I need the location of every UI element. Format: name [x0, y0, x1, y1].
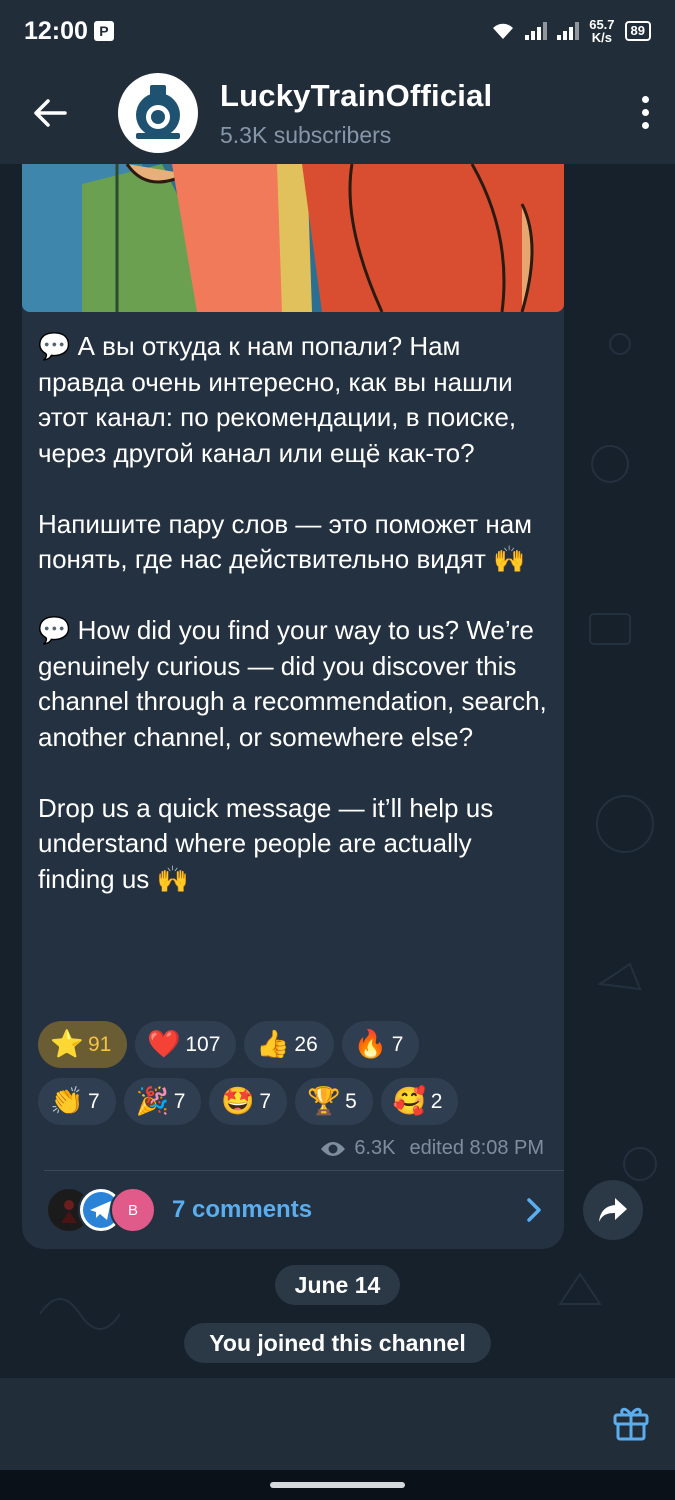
post-image[interactable] — [22, 164, 564, 312]
back-button[interactable] — [0, 63, 100, 163]
dot-icon — [642, 96, 649, 103]
reaction-smiling-hearts[interactable]: 🥰 2 — [380, 1078, 459, 1125]
view-count: 6.3K — [354, 1137, 396, 1159]
star-icon: ⭐ — [50, 1029, 84, 1059]
channel-avatar[interactable] — [118, 73, 198, 153]
reaction-thumbs-up[interactable]: 👍 26 — [244, 1021, 334, 1068]
channel-name: LuckyTrainOfficial — [220, 77, 493, 113]
thumbs-up-icon: 👍 — [256, 1029, 291, 1059]
status-time: 12:00 P — [24, 17, 114, 46]
reaction-count: 26 — [294, 1032, 318, 1056]
gift-icon[interactable] — [611, 1402, 651, 1442]
reactions: ⭐ 91 ❤️ 107 👍 26 🔥 7 👏 7 🎉 7 🤩 7 🏆 5 🥰 2 — [38, 1021, 558, 1135]
reaction-star[interactable]: ⭐ 91 — [38, 1021, 128, 1068]
reaction-party[interactable]: 🎉 7 — [123, 1078, 202, 1125]
commenter-avatar: B — [110, 1187, 156, 1233]
signal-icon — [525, 22, 548, 40]
battery-level: 89 — [630, 23, 645, 38]
net-speed-unit: K/s — [591, 30, 612, 45]
channel-post[interactable]: 💬 А вы откуда к нам попали? Нам правда о… — [22, 164, 564, 1249]
status-bar: 12:00 P 65.7 K/s 89 — [0, 0, 675, 62]
back-arrow-icon — [34, 99, 67, 127]
text-ru-paragraph-2: Напишите пару слов — это поможет нам пон… — [38, 508, 540, 575]
more-menu-button[interactable] — [642, 96, 649, 129]
reaction-count: 7 — [259, 1089, 272, 1113]
reaction-count: 91 — [88, 1032, 112, 1056]
clock: 12:00 — [24, 16, 88, 45]
eye-icon — [321, 1141, 346, 1156]
reaction-fire[interactable]: 🔥 7 — [341, 1021, 420, 1068]
fire-icon: 🔥 — [353, 1029, 388, 1059]
reaction-count: 107 — [185, 1032, 221, 1056]
network-speed: 65.7 K/s — [589, 18, 614, 44]
bottom-bar — [0, 1378, 675, 1470]
edited-time: edited 8:08 PM — [409, 1137, 544, 1159]
share-arrow-icon — [599, 1198, 627, 1222]
text-en-paragraph-2: Drop us a quick message — it’ll help us … — [38, 792, 501, 894]
reaction-count: 5 — [345, 1089, 357, 1113]
clap-icon: 👏 — [50, 1086, 84, 1116]
reaction-count: 7 — [88, 1089, 100, 1113]
reaction-star-struck[interactable]: 🤩 7 — [209, 1078, 288, 1125]
reaction-trophy[interactable]: 🏆 5 — [295, 1078, 373, 1125]
chat-background[interactable]: 💬 А вы откуда к нам попали? Нам правда о… — [0, 164, 675, 1378]
smiling-hearts-icon: 🥰 — [392, 1086, 427, 1116]
star-struck-icon: 🤩 — [221, 1086, 255, 1116]
reaction-count: 7 — [391, 1032, 404, 1056]
parking-app-icon: P — [93, 21, 114, 41]
chat-header: LuckyTrainOfficial 5.3K subscribers — [0, 62, 675, 164]
dot-icon — [642, 109, 649, 116]
share-button[interactable] — [583, 1180, 643, 1240]
avatar-letter: B — [127, 1201, 138, 1219]
reaction-count: 2 — [430, 1089, 443, 1113]
text-en-paragraph-1: 💬 How did you find your way to us? We’re… — [38, 615, 554, 752]
joined-notice: You joined this channel — [184, 1323, 491, 1363]
party-popper-icon: 🎉 — [135, 1086, 170, 1116]
signal-icon-2 — [557, 22, 580, 40]
comments-label: 7 comments — [172, 1196, 313, 1223]
wifi-icon — [493, 23, 514, 39]
reaction-count: 7 — [173, 1089, 186, 1113]
text-ru-paragraph-1: 💬 А вы откуда к нам попали? Нам правда о… — [38, 331, 524, 468]
people-illustration — [22, 164, 564, 312]
post-text: 💬 А вы откуда к нам попали? Нам правда о… — [38, 329, 553, 897]
home-gesture-handle[interactable] — [270, 1482, 405, 1488]
heart-icon: ❤️ — [147, 1029, 181, 1059]
reaction-clap[interactable]: 👏 7 — [38, 1078, 116, 1125]
chevron-right-icon — [527, 1198, 541, 1222]
trophy-icon: 🏆 — [307, 1086, 341, 1116]
post-meta: 6.3K edited 8:08 PM — [320, 1137, 544, 1160]
commenter-avatars: B — [46, 1187, 158, 1233]
train-logo-icon — [123, 78, 193, 148]
system-nav-bar — [0, 1470, 675, 1500]
subscriber-count: 5.3K subscribers — [220, 121, 392, 148]
battery-icon: 89 — [624, 21, 651, 41]
reaction-heart[interactable]: ❤️ 107 — [135, 1021, 237, 1068]
status-icons: 65.7 K/s 89 — [491, 18, 651, 44]
header-title-block[interactable]: LuckyTrainOfficial 5.3K subscribers — [220, 78, 492, 149]
comments-link[interactable]: B 7 comments — [22, 1171, 564, 1249]
dot-icon — [642, 122, 649, 129]
date-separator: June 14 — [275, 1265, 400, 1305]
